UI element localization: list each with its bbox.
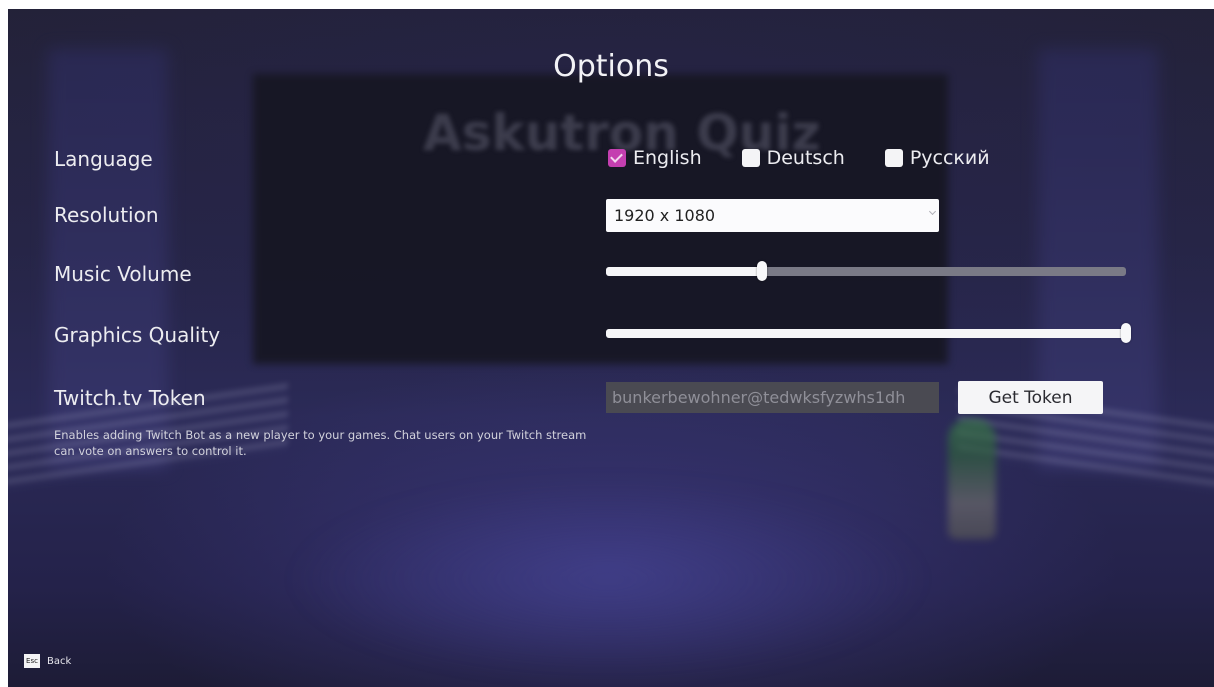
music-volume-label: Music Volume: [54, 262, 192, 286]
esc-key-icon: Esc: [24, 654, 40, 668]
graphics-quality-handle[interactable]: [1121, 323, 1131, 343]
twitch-token-label: Twitch.tv Token: [54, 386, 206, 410]
language-options: English Deutsch Русский: [608, 147, 1030, 169]
language-option-label: English: [633, 147, 702, 169]
language-option-russian[interactable]: Русский: [884, 147, 990, 169]
twitch-help-text: Enables adding Twitch Bot as a new playe…: [54, 428, 587, 458]
graphics-quality-slider[interactable]: [606, 323, 1131, 343]
back-label: Back: [47, 655, 72, 667]
music-volume-fill: [606, 267, 762, 276]
background-stage: [288, 479, 928, 679]
language-label: Language: [54, 147, 153, 171]
background-character: [948, 419, 996, 539]
chevron-down-icon: [928, 207, 937, 216]
deutsch-checkbox[interactable]: [741, 149, 760, 167]
language-option-label: Deutsch: [766, 147, 845, 169]
language-option-english[interactable]: English: [608, 147, 702, 169]
resolution-value: 1920 x 1080: [614, 206, 716, 225]
get-token-button[interactable]: Get Token: [958, 381, 1103, 414]
language-option-label: Русский: [909, 147, 990, 169]
twitch-token-input[interactable]: [606, 382, 939, 413]
back-button[interactable]: Esc Back: [24, 654, 71, 668]
english-checkbox[interactable]: [608, 149, 626, 167]
resolution-dropdown[interactable]: 1920 x 1080: [606, 199, 939, 232]
graphics-quality-label: Graphics Quality: [54, 323, 221, 347]
music-volume-slider[interactable]: [606, 261, 1126, 281]
language-option-deutsch[interactable]: Deutsch: [741, 147, 845, 169]
page-title: Options: [553, 49, 669, 84]
options-screen: Askutron Quiz Options Language English D…: [8, 9, 1214, 687]
resolution-label: Resolution: [54, 203, 159, 227]
russian-checkbox[interactable]: [884, 149, 903, 167]
graphics-quality-fill: [606, 329, 1126, 338]
music-volume-handle[interactable]: [757, 261, 767, 281]
